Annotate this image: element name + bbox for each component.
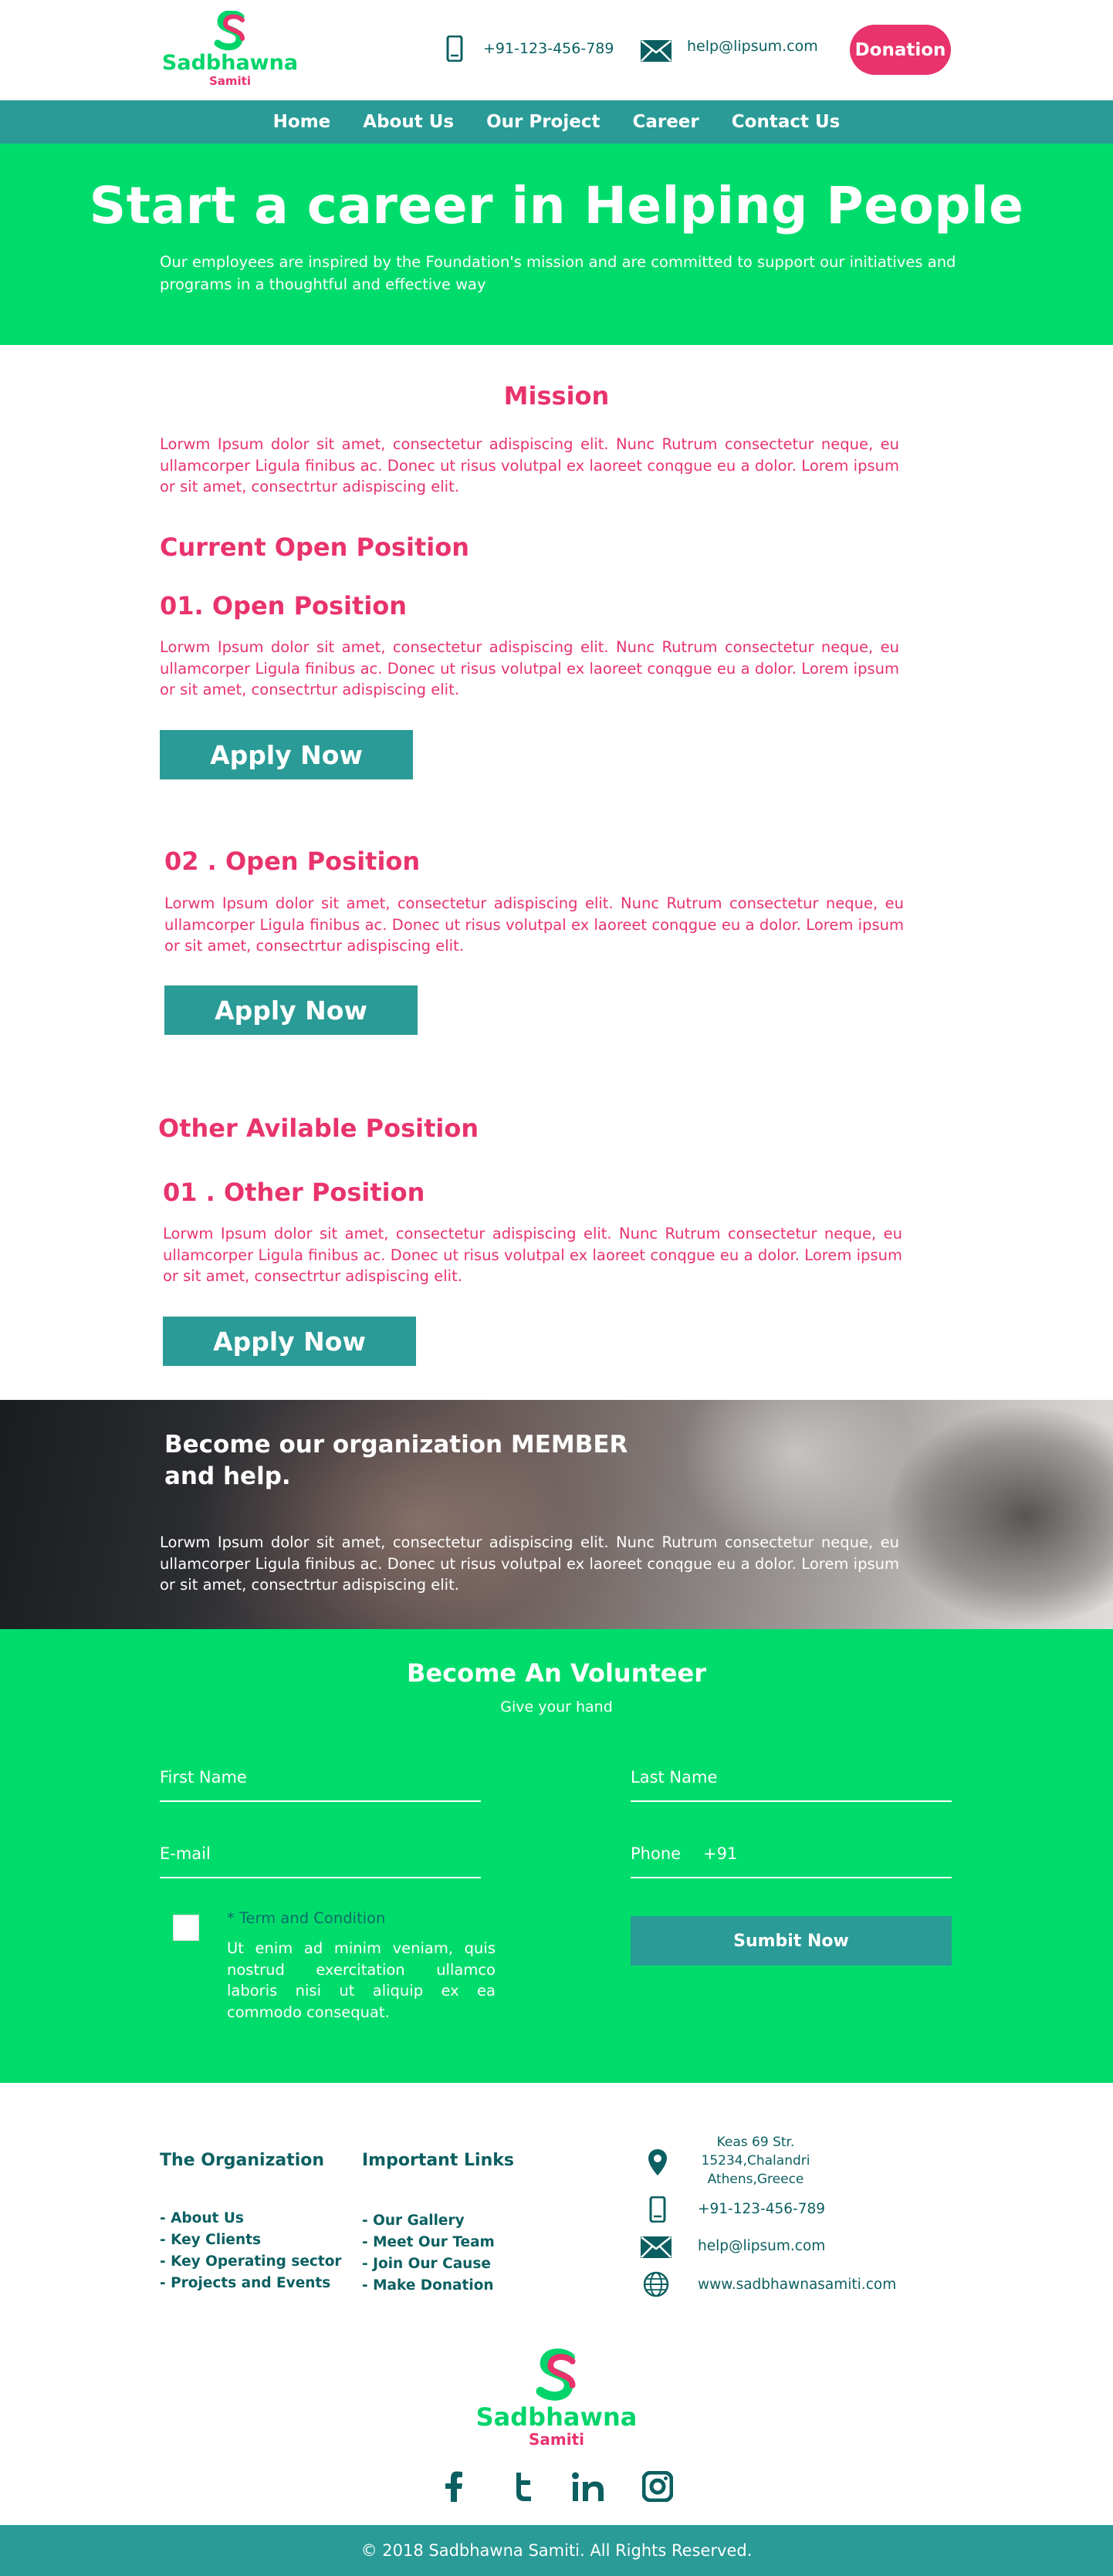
footer-website[interactable]: www.sadbhawnasamiti.com xyxy=(698,2277,896,2293)
nav-about-us[interactable]: About Us xyxy=(363,112,454,132)
footer-link-projects[interactable]: - Projects and Events xyxy=(160,2273,342,2294)
phone-country-code: +91 xyxy=(703,1844,738,1863)
last-name-field[interactable]: Last Name xyxy=(631,1759,952,1802)
logo-brand: Sadbhawna xyxy=(161,51,299,75)
footer-link-team[interactable]: - Meet Our Team xyxy=(362,2232,495,2253)
globe-icon xyxy=(642,2270,670,2298)
volunteer-subtitle: Give your hand xyxy=(500,1699,613,1716)
terms-checkbox[interactable] xyxy=(173,1915,199,1941)
hero-title: Start a career in Helping People xyxy=(89,176,1024,235)
position-title: 02 . Open Position xyxy=(164,847,421,876)
main-nav: Home About Us Our Project Career Contact… xyxy=(0,100,1113,144)
member-text: Lorwm Ipsum dolor sit amet, consectetur … xyxy=(160,1533,899,1594)
linkedin-icon[interactable] xyxy=(571,2470,605,2503)
location-pin-icon xyxy=(644,2148,672,2176)
current-positions-title: Current Open Position xyxy=(160,532,469,562)
terms-text: Ut enim ad minim veniam, quis nostrud ex… xyxy=(227,1939,496,2021)
logo-sub: Samiti xyxy=(528,2430,584,2449)
nav-home[interactable]: Home xyxy=(273,112,331,132)
phone-icon xyxy=(446,35,463,62)
header-phone-text: +91-123-456-789 xyxy=(483,40,614,57)
apply-now-button[interactable]: Apply Now xyxy=(163,1317,416,1366)
footer-link-key-sector[interactable]: - Key Operating sector xyxy=(160,2251,342,2273)
header-email[interactable]: help@lipsum.com xyxy=(641,37,818,62)
footer-email[interactable]: help@lipsum.com xyxy=(698,2238,825,2254)
phone-field[interactable]: Phone +91 xyxy=(631,1835,952,1878)
footer-address: Keas 69 Str. 15234,Chalandri Athens,Gree… xyxy=(698,2133,814,2189)
footer-phone[interactable]: +91-123-456-789 xyxy=(698,2201,825,2217)
footer-important-links: - Our Gallery - Meet Our Team - Join Our… xyxy=(362,2210,495,2297)
volunteer-title: Become An Volunteer xyxy=(407,1658,706,1688)
mail-icon xyxy=(641,40,672,62)
footer-link-about-us[interactable]: - About Us xyxy=(160,2208,342,2229)
last-name-placeholder: Last Name xyxy=(631,1768,718,1787)
footer-logo[interactable]: Sadbhawna Samiti xyxy=(460,2348,653,2447)
first-name-field[interactable]: First Name xyxy=(160,1759,481,1802)
twitter-icon[interactable] xyxy=(505,2470,539,2503)
footer-link-donation[interactable]: - Make Donation xyxy=(362,2275,495,2297)
position-title: 01 . Other Position xyxy=(163,1178,425,1207)
footer-organization-title: The Organization xyxy=(160,2151,325,2170)
email-field[interactable]: E-mail xyxy=(160,1835,481,1878)
terms-label: * Term and Condition xyxy=(227,1909,386,1927)
logo-brand: Sadbhawna xyxy=(475,2402,638,2432)
position-text: Lorwm Ipsum dolor sit amet, consectetur … xyxy=(164,894,904,955)
volunteer-section: Become An Volunteer Give your hand First… xyxy=(0,1629,1113,2083)
mission-title: Mission xyxy=(503,381,610,411)
footer-link-join[interactable]: - Join Our Cause xyxy=(362,2253,495,2275)
position-title: 01. Open Position xyxy=(160,591,408,620)
footer-address-line: Keas 69 Str. xyxy=(716,2135,795,2150)
header-email-text: help@lipsum.com xyxy=(687,38,818,55)
apply-now-button[interactable]: Apply Now xyxy=(160,730,413,779)
apply-now-button[interactable]: Apply Now xyxy=(164,985,418,1035)
phone-placeholder: Phone xyxy=(631,1844,682,1863)
instagram-icon[interactable] xyxy=(641,2470,675,2503)
nav-our-project[interactable]: Our Project xyxy=(486,112,600,132)
position-text: Lorwm Ipsum dolor sit amet, consectetur … xyxy=(163,1225,902,1285)
submit-button[interactable]: Sumbit Now xyxy=(631,1916,952,1966)
logo-sub: Samiti xyxy=(208,74,251,88)
logo-s-icon xyxy=(214,11,245,51)
first-name-placeholder: First Name xyxy=(160,1768,247,1787)
hero-text: Our employees are inspired by the Founda… xyxy=(160,253,956,293)
facebook-icon[interactable] xyxy=(437,2470,471,2503)
hero-banner: Start a career in Helping People Our emp… xyxy=(0,144,1113,345)
email-placeholder: E-mail xyxy=(160,1844,211,1863)
copyright-text: © 2018 Sadbhawna Samiti. All Rights Rese… xyxy=(360,2541,753,2560)
footer-link-gallery[interactable]: - Our Gallery xyxy=(362,2210,495,2232)
mission-text: Lorwm Ipsum dolor sit amet, consectetur … xyxy=(160,435,899,495)
banner-photo-shadow xyxy=(888,1408,1113,1624)
copyright-bar: © 2018 Sadbhawna Samiti. All Rights Rese… xyxy=(0,2525,1113,2576)
nav-contact-us[interactable]: Contact Us xyxy=(732,112,841,132)
member-title: Become our organization MEMBER and help. xyxy=(164,1431,628,1490)
banner-photo-light xyxy=(679,1400,911,1554)
position-text: Lorwm Ipsum dolor sit amet, consectetur … xyxy=(160,638,899,698)
header-phone[interactable]: +91-123-456-789 xyxy=(446,35,614,62)
footer-link-key-clients[interactable]: - Key Clients xyxy=(160,2229,342,2251)
member-banner: Become our organization MEMBER and help.… xyxy=(0,1400,1113,1629)
mail-icon xyxy=(639,2233,673,2261)
nav-career[interactable]: Career xyxy=(632,112,699,132)
other-positions-title: Other Avilable Position xyxy=(158,1114,479,1143)
phone-icon xyxy=(644,2196,672,2223)
donation-button[interactable]: Donation xyxy=(850,25,951,75)
footer-organization-links: - About Us - Key Clients - Key Operating… xyxy=(160,2208,342,2294)
footer-address-line: 15234,Chalandri xyxy=(701,2153,810,2169)
footer-important-links-title: Important Links xyxy=(362,2151,514,2170)
header-logo[interactable]: Sadbhawna Samiti xyxy=(159,11,301,87)
footer-address-line: Athens,Greece xyxy=(707,2172,804,2187)
logo-s-icon xyxy=(536,2348,576,2401)
